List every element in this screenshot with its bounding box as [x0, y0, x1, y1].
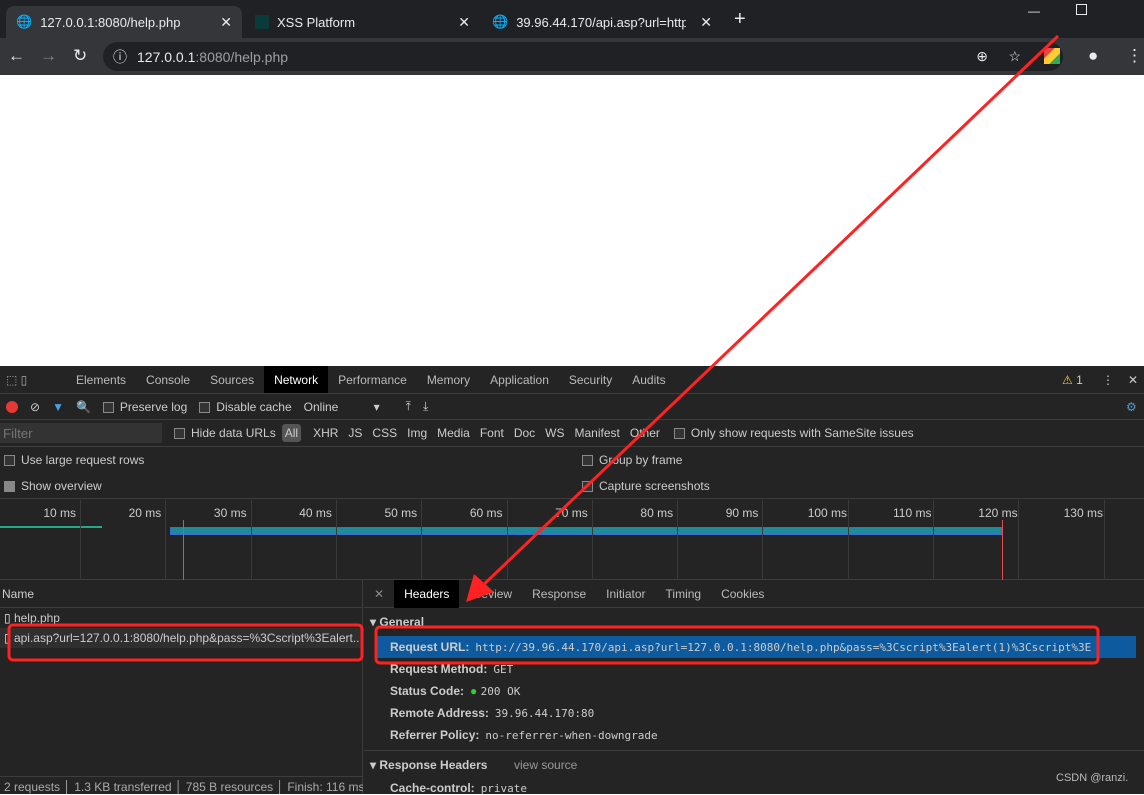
annotation-arrow — [476, 34, 1060, 592]
annotation-overlay — [7, 34, 1100, 665]
annotation-box — [7, 623, 364, 662]
annotation-box — [374, 625, 1100, 665]
